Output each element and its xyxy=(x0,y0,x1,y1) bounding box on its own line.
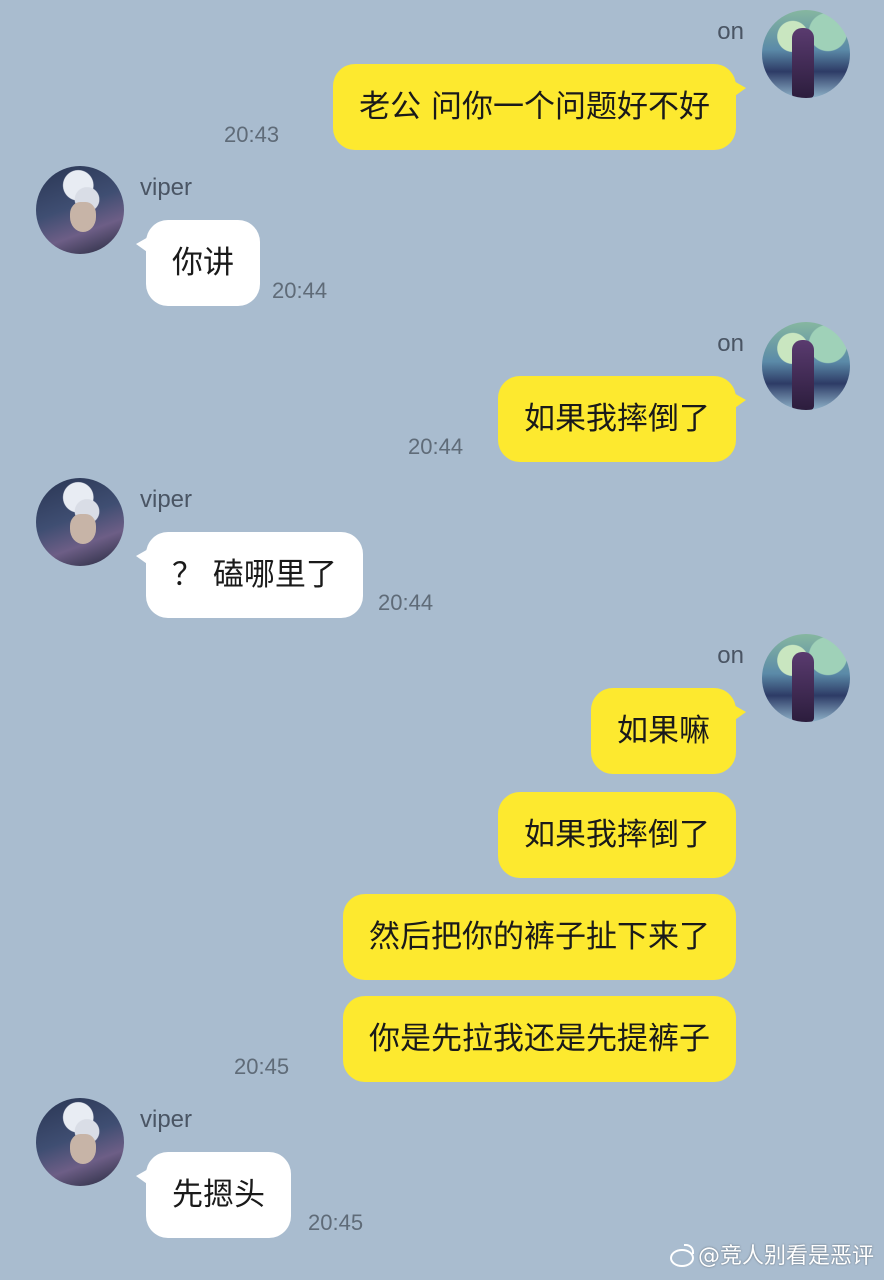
message-bubble[interactable]: ？ 磕哪里了 xyxy=(136,532,363,618)
message-time: 20:44 xyxy=(378,590,434,615)
avatar[interactable] xyxy=(36,166,124,254)
sender-name: on xyxy=(717,642,744,669)
sender-name: on xyxy=(717,18,744,45)
message-bubble[interactable]: 你讲 xyxy=(136,220,260,306)
message-bubble[interactable]: 你是先拉我还是先提裤子 xyxy=(343,996,736,1082)
avatar[interactable] xyxy=(36,1098,124,1186)
message-bubble[interactable]: 先摁头 xyxy=(136,1152,291,1238)
message-bubble[interactable]: 如果嘛 xyxy=(591,688,746,774)
sender-name: on xyxy=(717,330,744,357)
sender-name: viper xyxy=(140,486,193,513)
sender-name: viper xyxy=(140,1106,193,1133)
message-time: 20:45 xyxy=(234,1054,290,1079)
avatar[interactable] xyxy=(762,10,850,98)
watermark-text: @竞人别看是恶评 xyxy=(697,1244,874,1269)
message-bubble[interactable]: 老公 问你一个问题好不好 xyxy=(333,64,746,150)
weibo-icon xyxy=(668,1244,694,1267)
message-time: 20:44 xyxy=(408,434,464,459)
message-time: 20:43 xyxy=(224,122,280,147)
message-time: 20:44 xyxy=(272,278,328,303)
message-bubble[interactable]: 如果我摔倒了 xyxy=(498,792,736,878)
message-bubble[interactable]: 如果我摔倒了 xyxy=(498,376,746,462)
watermark: @竞人别看是恶评 xyxy=(668,1238,874,1270)
avatar[interactable] xyxy=(762,634,850,722)
message-bubble[interactable]: 然后把你的裤子扯下来了 xyxy=(343,894,736,980)
avatar[interactable] xyxy=(762,322,850,410)
avatar[interactable] xyxy=(36,478,124,566)
message-time: 20:45 xyxy=(308,1210,364,1235)
sender-name: viper xyxy=(140,174,193,201)
